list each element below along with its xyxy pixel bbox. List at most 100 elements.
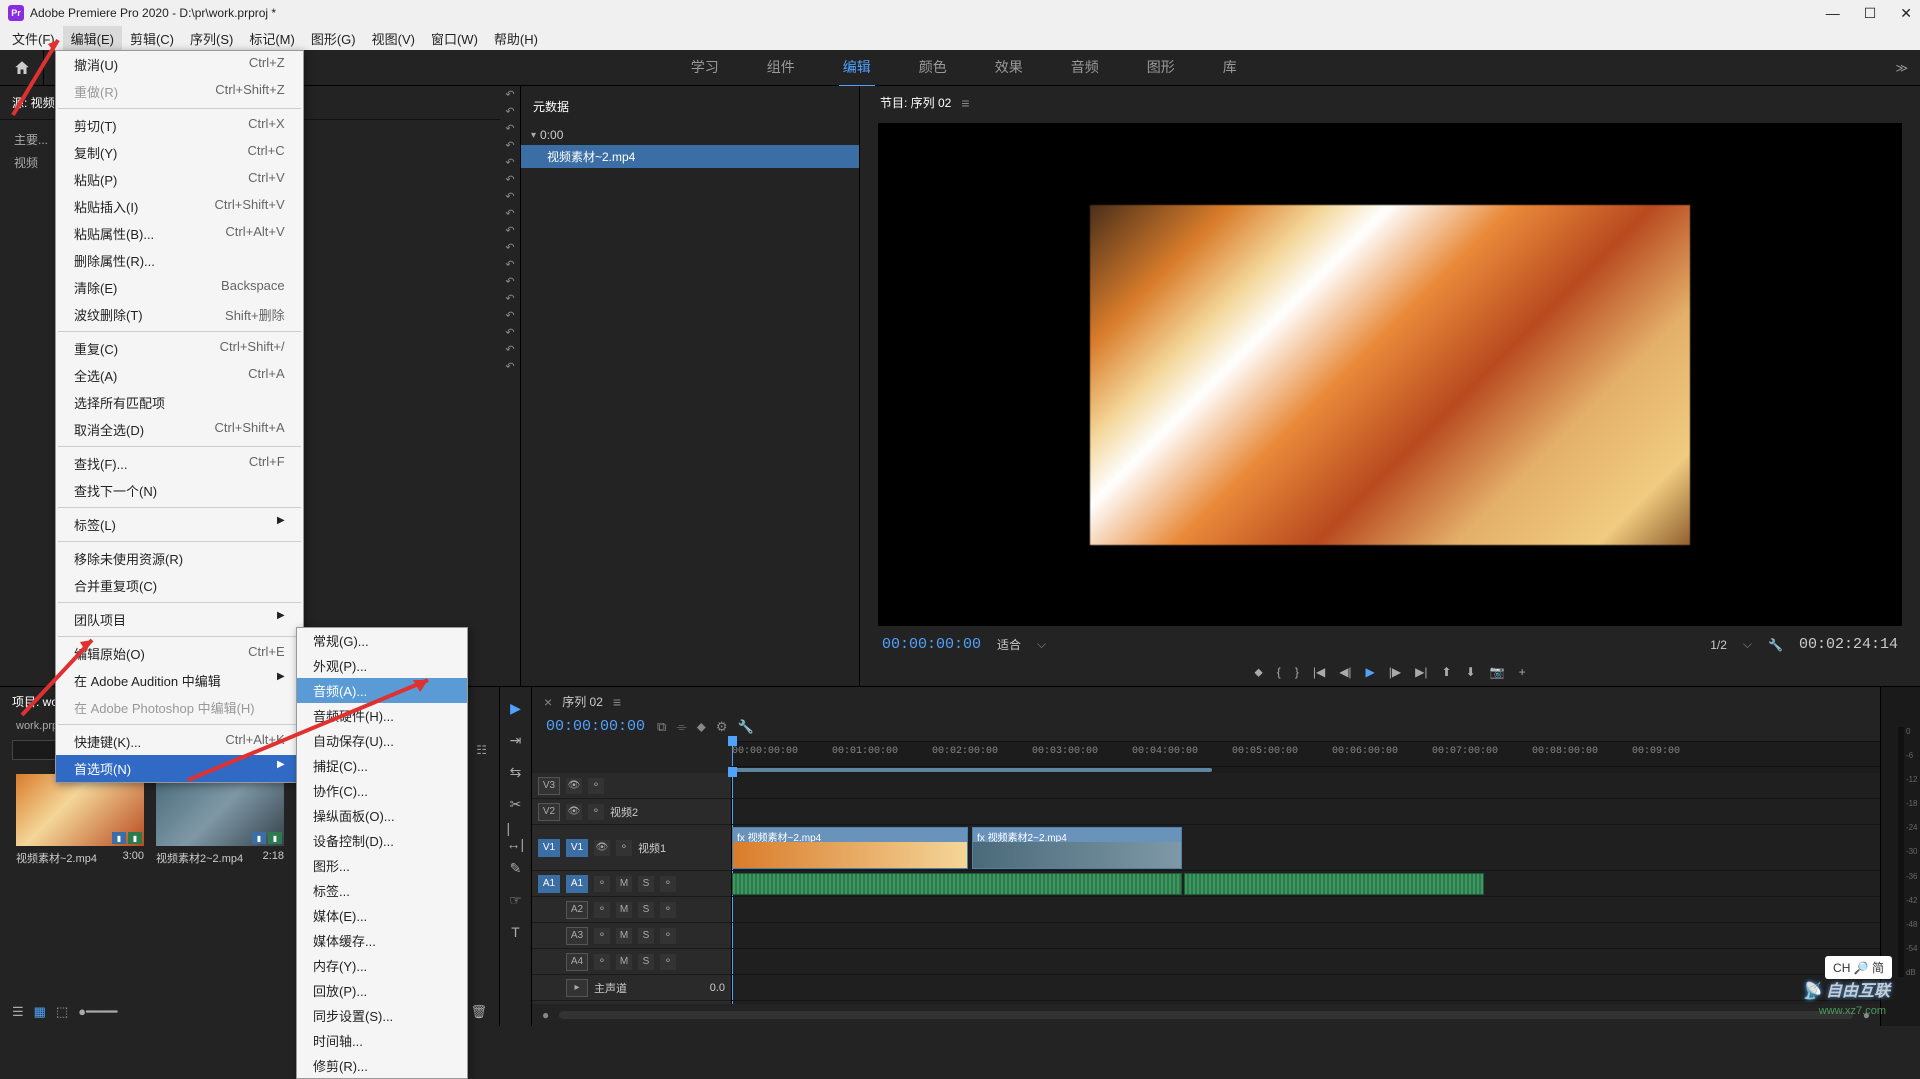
voice-icon[interactable]: ⚬ — [660, 902, 676, 918]
home-button[interactable] — [0, 50, 44, 86]
menu-item[interactable]: 波纹删除(T)Shift+删除 — [56, 301, 303, 328]
lock-icon[interactable]: ⚬ — [594, 928, 610, 944]
submenu-item[interactable]: 设备控制(D)... — [297, 828, 467, 853]
track-head-a4[interactable]: A4 ⚬ M S ⚬ — [532, 949, 731, 975]
zoom-slider[interactable]: ●━━━━ — [78, 1004, 117, 1020]
a1-label[interactable]: A1 — [566, 875, 588, 893]
timeline-scrollbar[interactable] — [559, 1011, 1853, 1019]
submenu-item[interactable]: 协作(C)... — [297, 778, 467, 803]
wrench-icon[interactable]: 🔧 — [1768, 638, 1783, 652]
mute-button[interactable]: M — [616, 876, 632, 892]
audio-clip[interactable] — [1184, 873, 1484, 895]
submenu-item[interactable]: 内存(Y)... — [297, 953, 467, 978]
solo-button[interactable]: S — [638, 902, 654, 918]
a1-patch[interactable]: A1 — [538, 875, 560, 893]
pen-tool[interactable]: ✎ — [507, 859, 525, 877]
menu-item[interactable]: 全选(A)Ctrl+A — [56, 362, 303, 389]
program-zoom[interactable]: 1/2 — [1710, 638, 1727, 652]
bin-item[interactable]: ▮▮ 视频素材~2.mp43:00 — [16, 774, 144, 866]
step-forward-icon[interactable]: ▶| — [1415, 665, 1427, 680]
submenu-item[interactable]: 回放(P)... — [297, 978, 467, 1003]
menu-item[interactable]: 团队项目▶ — [56, 606, 303, 633]
a4-label[interactable]: A4 — [566, 953, 588, 971]
maximize-button[interactable]: ☐ — [1864, 5, 1877, 22]
snap-icon[interactable]: ⧉ — [657, 719, 666, 735]
menu-window[interactable]: 窗口(W) — [423, 26, 486, 51]
v2-label[interactable]: V2 — [538, 803, 560, 821]
track-head-v1[interactable]: V1 V1 👁 ⚬ 视频1 — [532, 825, 731, 871]
ripple-edit-tool[interactable]: ⇆ — [507, 763, 525, 781]
workspace-overflow[interactable]: ≫ — [1883, 53, 1920, 83]
solo-button[interactable]: S — [638, 876, 654, 892]
submenu-item[interactable]: 外观(P)... — [297, 653, 467, 678]
prev-frame-icon[interactable]: ◀| — [1339, 665, 1351, 680]
bin-item[interactable]: ▮▮ 视频素材2~2.mp42:18 — [156, 774, 284, 866]
menu-item[interactable]: 删除属性(R)... — [56, 247, 303, 274]
menubar[interactable]: 文件(F) 编辑(E) 剪辑(C) 序列(S) 标记(M) 图形(G) 视图(V… — [0, 26, 1920, 50]
timeline-ruler[interactable]: 00:00:00:0000:01:00:0000:02:00:0000:03:0… — [732, 741, 1880, 767]
wrench-icon[interactable]: 🔧 — [738, 719, 754, 735]
master-expand[interactable]: ▸ — [566, 979, 588, 997]
menu-item[interactable]: 快捷键(K)...Ctrl+Alt+K — [56, 728, 303, 755]
submenu-item[interactable]: 图形... — [297, 853, 467, 878]
workspace-library[interactable]: 库 — [1219, 49, 1241, 87]
menu-edit[interactable]: 编辑(E) — [63, 26, 122, 51]
lane-v2[interactable] — [732, 799, 1880, 825]
menu-item[interactable]: 剪切(T)Ctrl+X — [56, 112, 303, 139]
mark-out-icon[interactable]: } — [1295, 665, 1299, 680]
slip-tool[interactable]: |↔| — [507, 827, 525, 845]
program-fit[interactable]: 适合 — [997, 636, 1021, 653]
solo-button[interactable]: S — [638, 954, 654, 970]
a2-label[interactable]: A2 — [566, 901, 588, 919]
extract-icon[interactable]: ⬇ — [1466, 665, 1476, 680]
lock-icon[interactable]: ⚬ — [594, 876, 610, 892]
workspace-effects[interactable]: 效果 — [991, 49, 1027, 87]
menu-item[interactable]: 粘贴插入(I)Ctrl+Shift+V — [56, 193, 303, 220]
menu-item[interactable]: 重做(R)Ctrl+Shift+Z — [56, 78, 303, 105]
track-head-v3[interactable]: V3 👁 ⚬ — [532, 773, 731, 799]
lane-master[interactable] — [732, 975, 1880, 1001]
workspace-assembly[interactable]: 组件 — [763, 49, 799, 87]
settings-icon[interactable]: ⚙ — [716, 719, 728, 735]
menu-item[interactable]: 查找下一个(N) — [56, 477, 303, 504]
export-frame-icon[interactable]: 📷 — [1490, 665, 1505, 680]
voice-icon[interactable]: ⚬ — [660, 928, 676, 944]
type-tool[interactable]: T — [507, 923, 525, 941]
track-select-tool[interactable]: ⇥ — [507, 731, 525, 749]
edit-menu-dropdown[interactable]: 撤消(U)Ctrl+Z重做(R)Ctrl+Shift+Z剪切(T)Ctrl+X复… — [55, 50, 304, 783]
menu-item[interactable]: 粘贴属性(B)...Ctrl+Alt+V — [56, 220, 303, 247]
workspace-graphics[interactable]: 图形 — [1143, 49, 1179, 87]
timeline-clip[interactable]: fx 视频素材~2.mp4 — [732, 827, 968, 869]
mute-button[interactable]: M — [616, 928, 632, 944]
program-title[interactable]: 节目: 序列 02 — [880, 94, 951, 111]
program-viewer[interactable] — [878, 123, 1902, 626]
sequence-name[interactable]: 序列 02 — [562, 693, 603, 710]
menu-clip[interactable]: 剪辑(C) — [122, 26, 182, 51]
solo-button[interactable]: S — [638, 928, 654, 944]
menu-file[interactable]: 文件(F) — [4, 26, 63, 51]
menu-item[interactable]: 在 Adobe Audition 中编辑▶ — [56, 667, 303, 694]
submenu-item[interactable]: 媒体缓存... — [297, 928, 467, 953]
step-back-icon[interactable]: |◀ — [1313, 665, 1325, 680]
menu-item[interactable]: 在 Adobe Photoshop 中编辑(H) — [56, 694, 303, 721]
track-head-a1[interactable]: A1 A1 ⚬ M S ⚬ — [532, 871, 731, 897]
razor-tool[interactable]: ✂ — [507, 795, 525, 813]
menu-item[interactable]: 合并重复项(C) — [56, 572, 303, 599]
lane-v3[interactable] — [732, 773, 1880, 799]
track-head-a2[interactable]: A2 ⚬ M S ⚬ — [532, 897, 731, 923]
workspace-audio[interactable]: 音频 — [1067, 49, 1103, 87]
lock-icon[interactable]: ⚬ — [588, 804, 604, 820]
hand-tool[interactable]: ☞ — [507, 891, 525, 909]
chevron-down-icon[interactable]: ⌵ — [1037, 637, 1046, 652]
menu-sequence[interactable]: 序列(S) — [182, 26, 241, 51]
panel-menu-icon[interactable]: ≡ — [613, 694, 621, 710]
v1-patch[interactable]: V1 — [538, 839, 560, 857]
menu-help[interactable]: 帮助(H) — [486, 26, 546, 51]
minimize-button[interactable]: — — [1826, 5, 1840, 22]
toggle-output[interactable]: 👁 — [566, 778, 582, 794]
timeline-timecode[interactable]: 00:00:00:00 — [546, 718, 645, 735]
panel-menu-icon[interactable]: ≡ — [961, 95, 969, 111]
submenu-item[interactable]: 音频(A)... — [297, 678, 467, 703]
preferences-submenu[interactable]: 常规(G)...外观(P)...音频(A)...音频硬件(H)...自动保存(U… — [296, 627, 468, 1079]
track-head-a3[interactable]: A3 ⚬ M S ⚬ — [532, 923, 731, 949]
